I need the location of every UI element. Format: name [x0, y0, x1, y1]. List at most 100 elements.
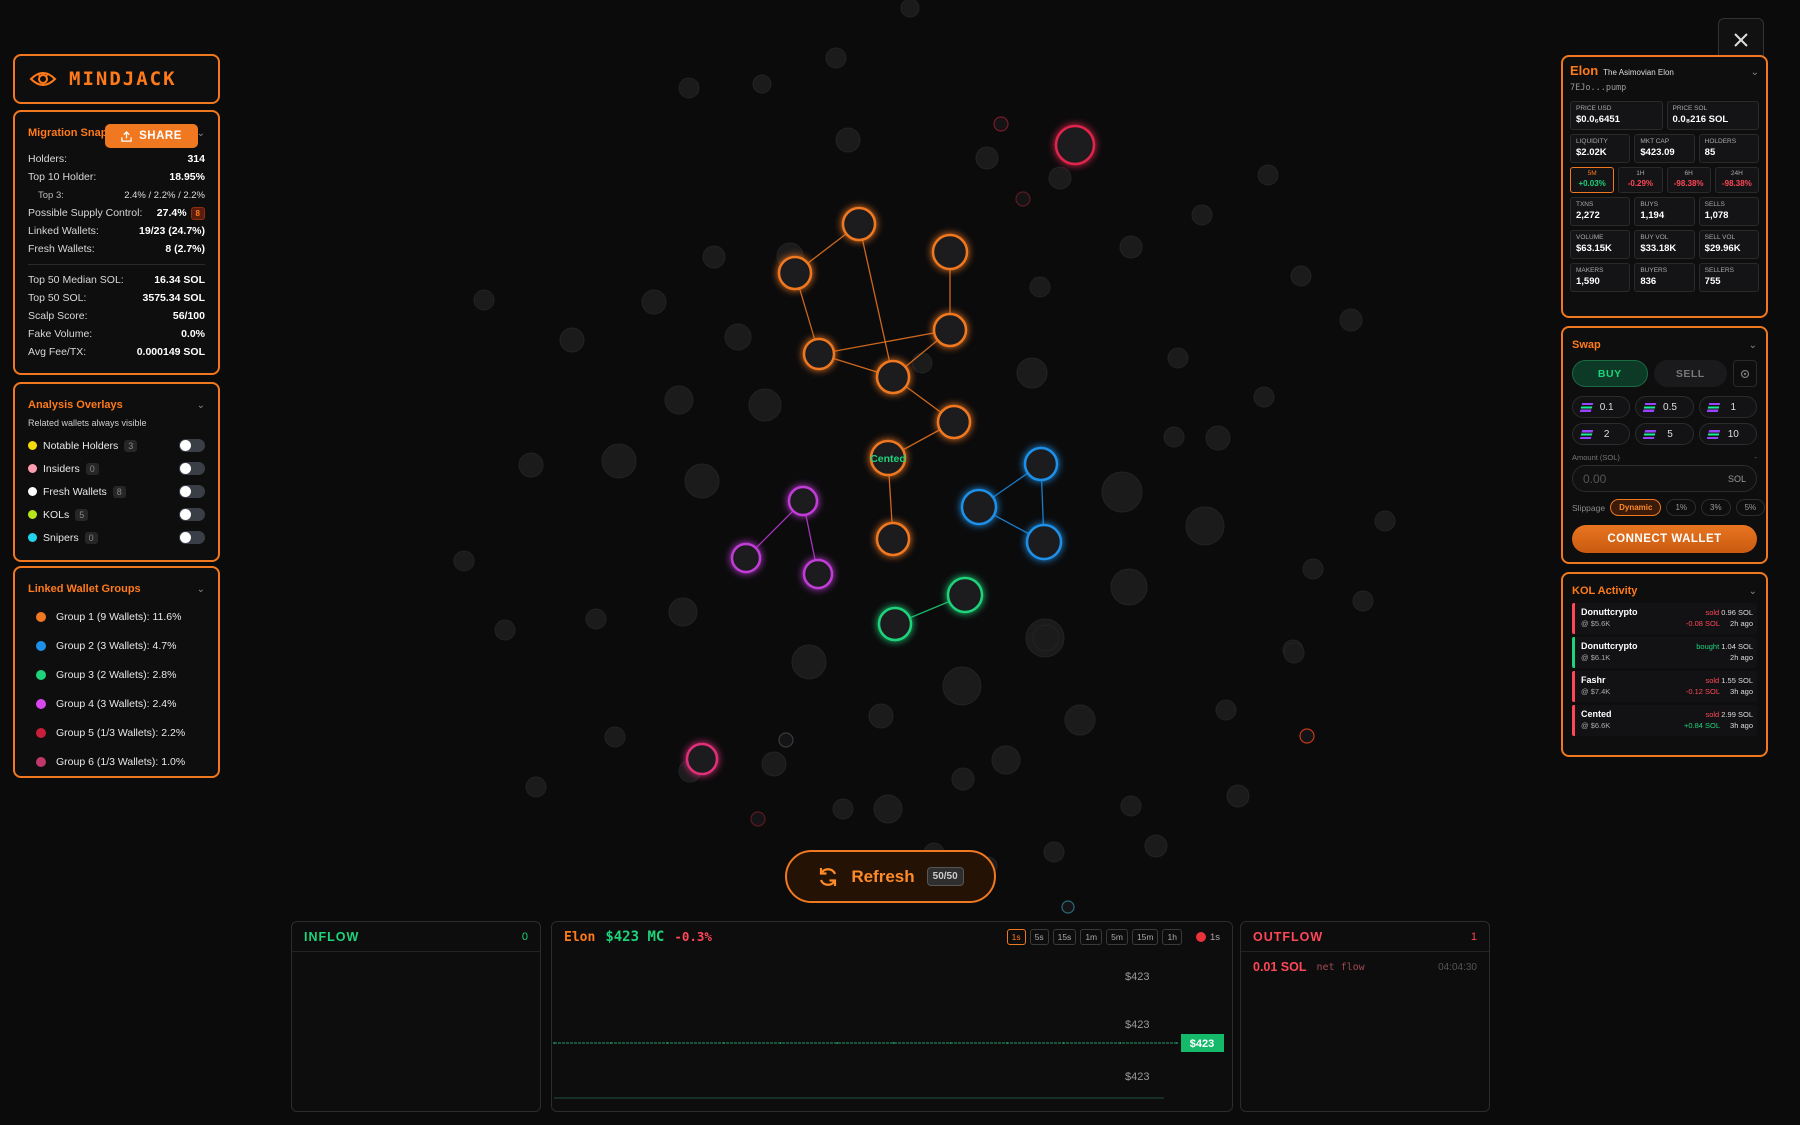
wallet-bubble[interactable]	[724, 323, 752, 351]
linked-wallet-node[interactable]	[1023, 446, 1059, 482]
wallet-bubble[interactable]	[604, 726, 626, 748]
chart-timeframe-button[interactable]: 1h	[1162, 929, 1182, 945]
price-line-chart[interactable]: $423 $423 $423 $423	[552, 952, 1234, 1112]
wallet-bubble[interactable]	[1029, 276, 1051, 298]
linked-wallet-node[interactable]	[875, 359, 911, 395]
share-button[interactable]: SHARE	[105, 124, 198, 148]
wallet-bubble[interactable]	[835, 127, 861, 153]
wallet-bubble[interactable]	[1352, 590, 1374, 612]
kol-activity-item[interactable]: Donuttcrypto @ $6.1K bought 1.04 SOL 2h ago	[1572, 637, 1757, 668]
wallet-bubble[interactable]	[1101, 471, 1143, 513]
wallet-bubble[interactable]	[525, 776, 547, 798]
kol-activity-item[interactable]: Fashr @ $7.4K sold 1.55 SOL -0.12 SOL 3h ago	[1572, 671, 1757, 702]
quick-amount-button[interactable]: 0.1	[1572, 396, 1631, 418]
linked-wallet-node[interactable]	[802, 558, 834, 590]
wallet-bubble[interactable]	[761, 751, 787, 777]
wallet-bubble[interactable]	[518, 452, 544, 478]
linked-wallet-node[interactable]	[802, 337, 836, 371]
slippage-option[interactable]: 3%	[1701, 499, 1731, 516]
overlay-toggle[interactable]	[179, 439, 205, 452]
wallet-bubble[interactable]	[1064, 704, 1096, 736]
wallet-bubble[interactable]	[1283, 642, 1305, 664]
overlay-toggle[interactable]	[179, 508, 205, 521]
slippage-option[interactable]: 1%	[1666, 499, 1697, 516]
buy-tab[interactable]: BUY	[1572, 360, 1648, 387]
timeframe-change-cell[interactable]: 24H -98.38%	[1714, 167, 1759, 193]
group-row[interactable]: Group 5 (1/3 Wallets): 2.2%	[28, 718, 205, 747]
overlay-toggle[interactable]	[179, 531, 205, 544]
refresh-button[interactable]: Refresh 50/50	[785, 850, 996, 903]
wallet-bubble[interactable]	[1339, 308, 1363, 332]
wallet-bubble[interactable]	[1257, 164, 1279, 186]
linked-wallet-node[interactable]	[960, 488, 998, 526]
quick-amount-button[interactable]: 5	[1635, 423, 1694, 445]
linked-wallet-node[interactable]	[685, 742, 719, 776]
wallet-bubble[interactable]	[1167, 347, 1189, 369]
wallet-bubble[interactable]	[453, 550, 475, 572]
wallet-bubble[interactable]	[1290, 265, 1312, 287]
wallet-bubble[interactable]	[1205, 425, 1231, 451]
wallet-bubble[interactable]	[868, 703, 894, 729]
wallet-bubble[interactable]	[1048, 166, 1072, 190]
small-wallet-marker[interactable]	[1015, 191, 1031, 207]
swap-settings-button[interactable]	[1733, 360, 1757, 387]
wallet-bubble[interactable]	[951, 767, 975, 791]
group-row[interactable]: Group 3 (2 Wallets): 2.8%	[28, 660, 205, 689]
linked-wallet-node[interactable]	[841, 206, 877, 242]
wallet-bubble[interactable]	[791, 644, 827, 680]
quick-amount-button[interactable]: 0.5	[1635, 396, 1694, 418]
linked-wallet-node[interactable]	[946, 576, 984, 614]
wallet-bubble[interactable]	[1374, 510, 1396, 532]
wallet-bubble[interactable]	[900, 0, 920, 18]
sell-tab[interactable]: SELL	[1653, 360, 1727, 387]
token-address[interactable]: 7EJo...pump	[1570, 83, 1759, 93]
wallet-bubble[interactable]	[1120, 795, 1142, 817]
wallet-bubble[interactable]	[832, 798, 854, 820]
quick-amount-button[interactable]: 1	[1698, 396, 1757, 418]
linked-wallet-node[interactable]	[936, 404, 972, 440]
slippage-option[interactable]: 5%	[1735, 499, 1766, 516]
small-wallet-marker[interactable]	[1061, 900, 1075, 914]
wallet-bubble[interactable]	[1302, 558, 1324, 580]
small-wallet-marker[interactable]	[1299, 728, 1315, 744]
chart-timeframe-button[interactable]: 5s	[1029, 929, 1049, 945]
linked-wallet-node[interactable]	[877, 606, 913, 642]
timeframe-change-cell[interactable]: 1H -0.29%	[1618, 167, 1663, 193]
chevron-down-icon[interactable]: ⌄	[197, 400, 205, 411]
small-wallet-marker[interactable]	[993, 116, 1009, 132]
wallet-bubble[interactable]	[702, 245, 726, 269]
wallet-bubble[interactable]	[1191, 204, 1213, 226]
linked-wallet-node[interactable]	[1025, 523, 1063, 561]
wallet-bubble[interactable]	[668, 597, 698, 627]
chevron-down-icon[interactable]: ⌄	[197, 584, 205, 595]
wallet-bubble[interactable]	[678, 77, 700, 99]
wallet-bubble[interactable]	[1226, 784, 1250, 808]
wallet-bubble[interactable]	[1119, 235, 1143, 259]
linked-wallet-node[interactable]	[777, 255, 813, 291]
chart-timeframe-button[interactable]: 15s	[1052, 929, 1077, 945]
wallet-bubble[interactable]	[911, 352, 933, 374]
wallet-bubble[interactable]	[1163, 426, 1185, 448]
wallet-bubble[interactable]	[664, 385, 694, 415]
chevron-down-icon[interactable]: ⌄	[1749, 586, 1757, 597]
wallet-bubble[interactable]	[748, 388, 782, 422]
kol-activity-item[interactable]: Donuttcrypto @ $5.6K sold 0.96 SOL -0.08 SO…	[1572, 603, 1757, 634]
wallet-bubble[interactable]	[684, 463, 720, 499]
chart-timeframe-button[interactable]: 15m	[1131, 929, 1159, 945]
linked-wallet-node[interactable]	[875, 521, 911, 557]
wallet-bubble[interactable]	[942, 666, 982, 706]
group-row[interactable]: Group 1 (9 Wallets): 11.6%	[28, 602, 205, 631]
quick-amount-button[interactable]: 2	[1572, 423, 1631, 445]
overlay-toggle[interactable]	[179, 462, 205, 475]
chart-timeframe-button[interactable]: 5m	[1106, 929, 1128, 945]
wallet-bubble[interactable]	[873, 794, 903, 824]
chevron-down-icon[interactable]: ⌄	[1749, 340, 1757, 351]
wallet-bubble[interactable]	[1215, 699, 1237, 721]
linked-wallet-node[interactable]	[1054, 124, 1096, 166]
linked-wallet-node[interactable]	[932, 312, 968, 348]
timeframe-change-cell[interactable]: 5M +0.03%	[1570, 167, 1615, 193]
wallet-bubble[interactable]	[1043, 841, 1065, 863]
wallet-bubble[interactable]	[1144, 834, 1168, 858]
chart-timeframe-button[interactable]: 1s	[1006, 929, 1026, 945]
group-row[interactable]: Group 6 (1/3 Wallets): 1.0%	[28, 747, 205, 776]
